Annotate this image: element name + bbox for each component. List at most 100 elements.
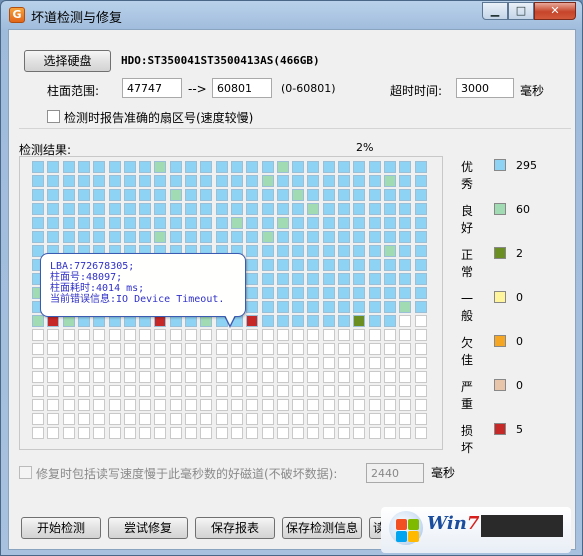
sector-cell[interactable] (262, 259, 274, 271)
sector-cell[interactable] (154, 161, 166, 173)
sector-cell[interactable] (353, 273, 365, 285)
sector-cell[interactable] (415, 175, 427, 187)
sector-cell[interactable] (216, 371, 228, 383)
sector-cell[interactable] (63, 427, 75, 439)
sector-cell[interactable] (231, 161, 243, 173)
sector-cell[interactable] (399, 329, 411, 341)
sector-cell[interactable] (154, 231, 166, 243)
sector-cell[interactable] (231, 371, 243, 383)
sector-cell[interactable] (323, 203, 335, 215)
sector-cell[interactable] (307, 343, 319, 355)
sector-cell[interactable] (246, 245, 258, 257)
sector-cell[interactable] (109, 217, 121, 229)
sector-cell[interactable] (353, 161, 365, 173)
sector-cell[interactable] (231, 329, 243, 341)
sector-cell[interactable] (109, 413, 121, 425)
sector-cell[interactable] (292, 203, 304, 215)
sector-cell[interactable] (139, 357, 151, 369)
sector-cell[interactable] (124, 427, 136, 439)
sector-cell[interactable] (63, 175, 75, 187)
sector-cell[interactable] (384, 161, 396, 173)
sector-cell[interactable] (216, 343, 228, 355)
sector-cell[interactable] (369, 287, 381, 299)
sector-cell[interactable] (139, 175, 151, 187)
sector-cell[interactable] (323, 399, 335, 411)
sector-cell[interactable] (415, 161, 427, 173)
sector-cell[interactable] (139, 385, 151, 397)
sector-cell[interactable] (47, 385, 59, 397)
sector-cell[interactable] (415, 427, 427, 439)
sector-cell[interactable] (369, 189, 381, 201)
sector-cell[interactable] (307, 413, 319, 425)
sector-cell[interactable] (307, 203, 319, 215)
sector-cell[interactable] (124, 329, 136, 341)
sector-cell[interactable] (63, 329, 75, 341)
sector-cell[interactable] (277, 175, 289, 187)
sector-cell[interactable] (323, 231, 335, 243)
timeout-input[interactable] (456, 78, 514, 98)
sector-cell[interactable] (139, 203, 151, 215)
sector-cell[interactable] (47, 343, 59, 355)
report-sector-checkbox[interactable] (47, 110, 60, 123)
sector-cell[interactable] (415, 259, 427, 271)
sector-cell[interactable] (109, 161, 121, 173)
sector-cell[interactable] (399, 287, 411, 299)
sector-cell[interactable] (246, 357, 258, 369)
sector-cell[interactable] (338, 203, 350, 215)
sector-cell[interactable] (353, 329, 365, 341)
sector-cell[interactable] (78, 371, 90, 383)
sector-cell[interactable] (32, 217, 44, 229)
sector-cell[interactable] (246, 385, 258, 397)
sector-cell[interactable] (154, 217, 166, 229)
sector-cell[interactable] (353, 217, 365, 229)
sector-cell[interactable] (292, 343, 304, 355)
sector-cell[interactable] (200, 175, 212, 187)
sector-cell[interactable] (200, 161, 212, 173)
sector-cell[interactable] (154, 175, 166, 187)
sector-cell[interactable] (384, 203, 396, 215)
sector-cell[interactable] (353, 357, 365, 369)
sector-cell[interactable] (231, 217, 243, 229)
sector-cell[interactable] (109, 385, 121, 397)
sector-cell[interactable] (384, 343, 396, 355)
sector-cell[interactable] (93, 217, 105, 229)
sector-cell[interactable] (200, 371, 212, 383)
sector-cell[interactable] (292, 175, 304, 187)
sector-cell[interactable] (216, 217, 228, 229)
sector-cell[interactable] (353, 427, 365, 439)
sector-cell[interactable] (32, 161, 44, 173)
sector-cell[interactable] (32, 189, 44, 201)
sector-cell[interactable] (200, 357, 212, 369)
sector-cell[interactable] (78, 329, 90, 341)
sector-cell[interactable] (369, 217, 381, 229)
sector-cell[interactable] (139, 399, 151, 411)
try-repair-button[interactable]: 尝试修复 (108, 517, 188, 539)
sector-cell[interactable] (307, 287, 319, 299)
sector-cell[interactable] (353, 287, 365, 299)
sector-cell[interactable] (384, 259, 396, 271)
sector-cell[interactable] (369, 343, 381, 355)
sector-cell[interactable] (47, 217, 59, 229)
sector-cell[interactable] (32, 385, 44, 397)
sector-cell[interactable] (262, 427, 274, 439)
sector-cell[interactable] (78, 385, 90, 397)
sector-cell[interactable] (338, 273, 350, 285)
sector-cell[interactable] (154, 399, 166, 411)
sector-cell[interactable] (32, 315, 44, 327)
sector-cell[interactable] (307, 259, 319, 271)
sector-cell[interactable] (292, 427, 304, 439)
sector-cell[interactable] (323, 245, 335, 257)
sector-cell[interactable] (63, 357, 75, 369)
sector-cell[interactable] (323, 273, 335, 285)
sector-cell[interactable] (384, 189, 396, 201)
sector-cell[interactable] (246, 217, 258, 229)
sector-cell[interactable] (292, 371, 304, 383)
sector-cell[interactable] (262, 399, 274, 411)
sector-cell[interactable] (292, 413, 304, 425)
sector-cell[interactable] (78, 343, 90, 355)
sector-cell[interactable] (262, 287, 274, 299)
sector-cell[interactable] (78, 203, 90, 215)
sector-cell[interactable] (415, 413, 427, 425)
sector-cell[interactable] (78, 161, 90, 173)
sector-cell[interactable] (124, 371, 136, 383)
